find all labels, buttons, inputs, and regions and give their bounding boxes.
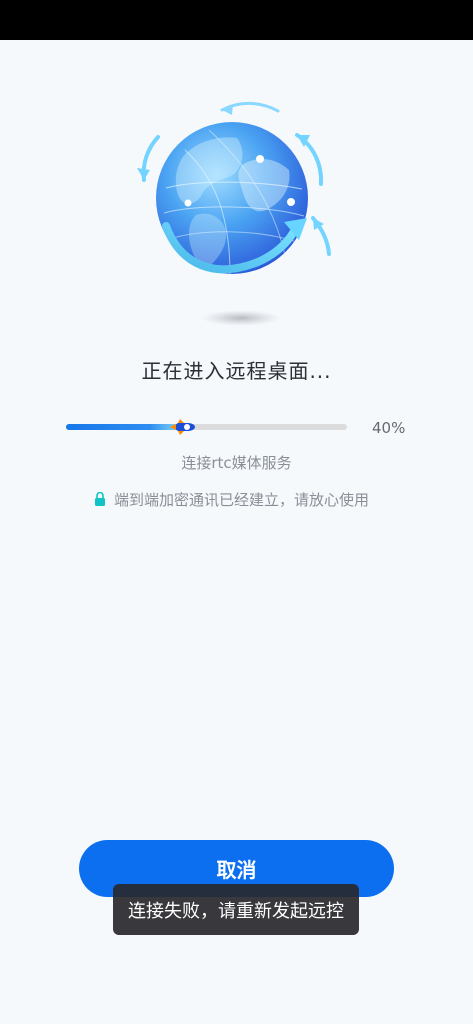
progress-percentage: 40% [372, 419, 406, 437]
page-title: 正在进入远程桌面... [141, 359, 332, 383]
globe-icon [137, 101, 331, 326]
security-message: 端到端加密通讯已经建立，请放心使用 [94, 489, 369, 509]
status-bar [0, 0, 473, 40]
globe-illustration [126, 92, 346, 332]
remote-desktop-loading-screen: 正在进入远程桌面... 40% 连接rtc媒体服务 端到端加密通讯已经建立，请放… [0, 0, 473, 1024]
security-message-text: 端到端加密通讯已经建立，请放心使用 [114, 490, 370, 509]
connection-progress-bar [66, 419, 347, 435]
lock-icon [95, 492, 105, 506]
connection-progress-fill [66, 424, 179, 430]
error-toast: 连接失败，请重新发起远控 [113, 884, 359, 935]
rocket-icon [170, 419, 196, 435]
connection-status-text: 连接rtc媒体服务 [181, 454, 292, 472]
